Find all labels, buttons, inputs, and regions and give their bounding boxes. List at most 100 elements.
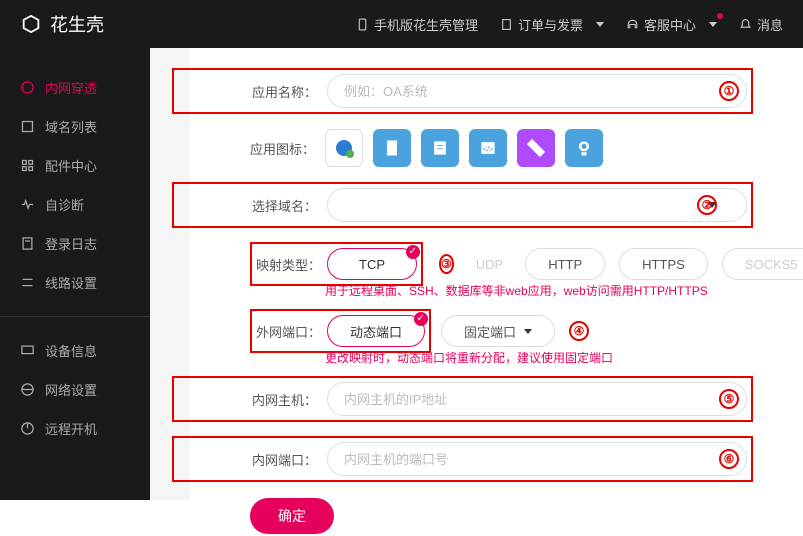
- annotation-badge-3: ③: [439, 254, 454, 274]
- port-label: 内网端口：: [252, 450, 327, 469]
- sidebar-item-label: 远程开机: [45, 419, 97, 438]
- form-card: 应用名称： ① 应用图标： </> 选择域名： ②: [190, 48, 803, 500]
- row-ext-port: 外网端口： 动态端口 固定端口 ④: [250, 309, 753, 353]
- pill-label: 固定端口: [464, 322, 516, 341]
- map-type-hint: 用于远程桌面、SSH、数据库等非web应用，web访问需用HTTP/HTTPS: [325, 282, 753, 299]
- annotation-badge-5: ⑤: [719, 389, 739, 409]
- nav-orders-label: 订单与发票: [518, 15, 583, 34]
- sidebar-item-domains[interactable]: 域名列表: [0, 107, 150, 146]
- power-icon: [20, 421, 35, 436]
- annotation-badge-6: ⑥: [719, 449, 739, 469]
- sidebar-item-wol[interactable]: 远程开机: [0, 409, 150, 448]
- app-name-input[interactable]: [327, 74, 747, 108]
- app-icon-cloud[interactable]: [517, 129, 555, 167]
- row-map-type: 映射类型： TCP ③ UDP HTTP HTTPS SOCKS5: [250, 242, 753, 286]
- header: 花生壳 手机版花生壳管理 订单与发票 客服中心 消息: [0, 0, 803, 48]
- sidebar-item-label: 域名列表: [45, 117, 97, 136]
- nav-support-label: 客服中心: [644, 15, 696, 34]
- pill-socks5[interactable]: SOCKS5: [722, 248, 803, 280]
- logo-icon: [20, 13, 42, 35]
- app-icon-camera[interactable]: [565, 129, 603, 167]
- sidebar: 内网穿透 域名列表 配件中心 自诊断 登录日志 线路设置 设备信息 网络设置 远…: [0, 48, 150, 500]
- port-input[interactable]: [327, 442, 747, 476]
- pill-label: SOCKS5: [745, 257, 798, 272]
- pill-fixed-port[interactable]: 固定端口: [441, 315, 555, 347]
- sidebar-item-device[interactable]: 设备信息: [0, 331, 150, 370]
- ext-port-hint: 更改映射时，动态端口将重新分配，建议使用固定端口: [325, 349, 753, 366]
- domain-select[interactable]: [327, 188, 747, 222]
- tunnel-icon: [20, 80, 35, 95]
- sidebar-item-parts[interactable]: 配件中心: [0, 146, 150, 185]
- nav-mobile-label: 手机版花生壳管理: [374, 15, 478, 34]
- sidebar-item-label: 自诊断: [45, 195, 84, 214]
- log-icon: [20, 236, 35, 251]
- pill-udp[interactable]: UDP: [454, 248, 525, 280]
- row-submit: 确定: [250, 496, 753, 536]
- sidebar-item-label: 线路设置: [45, 273, 97, 292]
- pill-label: HTTPS: [642, 257, 685, 272]
- row-port: 内网端口： ⑥: [172, 436, 753, 482]
- app-name-label: 应用名称：: [252, 82, 327, 101]
- nav-mobile[interactable]: 手机版花生壳管理: [356, 15, 478, 34]
- notification-dot: [717, 13, 723, 19]
- bell-icon: [739, 18, 752, 31]
- row-host: 内网主机： ⑤: [172, 376, 753, 422]
- logo-text: 花生壳: [50, 11, 104, 37]
- sidebar-item-tunnel[interactable]: 内网穿透: [0, 68, 150, 107]
- map-type-label: 映射类型：: [252, 255, 327, 274]
- headset-icon: [626, 18, 639, 31]
- pill-label: 动态端口: [350, 322, 402, 341]
- app-icon-text[interactable]: [421, 129, 459, 167]
- divider: [0, 316, 150, 317]
- sidebar-item-label: 登录日志: [45, 234, 97, 253]
- chevron-down-icon: [596, 22, 604, 27]
- host-input[interactable]: [327, 382, 747, 416]
- sidebar-item-label: 内网穿透: [45, 78, 97, 97]
- annotation-badge-4: ④: [569, 321, 589, 341]
- app-icon-label: 应用图标：: [250, 139, 325, 158]
- row-domain: 选择域名： ②: [172, 182, 753, 228]
- nav-support[interactable]: 客服中心: [626, 15, 717, 34]
- header-nav: 手机版花生壳管理 订单与发票 客服中心 消息: [356, 15, 783, 34]
- app-icon-code[interactable]: </>: [469, 129, 507, 167]
- list-icon: [20, 119, 35, 134]
- svg-text:</>: </>: [483, 144, 494, 153]
- row-app-icon: 应用图标： </>: [250, 128, 753, 168]
- app-icon-ie[interactable]: [325, 129, 363, 167]
- pill-https[interactable]: HTTPS: [619, 248, 708, 280]
- sidebar-item-label: 设备信息: [45, 341, 97, 360]
- pill-http[interactable]: HTTP: [525, 248, 605, 280]
- ext-port-label: 外网端口：: [252, 322, 327, 341]
- monitor-icon: [20, 343, 35, 358]
- pill-label: TCP: [359, 257, 385, 272]
- host-label: 内网主机：: [252, 390, 327, 409]
- sidebar-item-diag[interactable]: 自诊断: [0, 185, 150, 224]
- pill-label: HTTP: [548, 257, 582, 272]
- annotation-badge-2: ②: [697, 195, 717, 215]
- sidebar-item-logs[interactable]: 登录日志: [0, 224, 150, 263]
- sidebar-item-label: 网络设置: [45, 380, 97, 399]
- pulse-icon: [20, 197, 35, 212]
- phone-icon: [356, 18, 369, 31]
- submit-button[interactable]: 确定: [250, 498, 334, 534]
- globe-icon: [20, 382, 35, 397]
- domain-label: 选择域名：: [252, 196, 327, 215]
- chevron-down-icon: [709, 22, 717, 27]
- row-app-name: 应用名称： ①: [172, 68, 753, 114]
- nav-orders[interactable]: 订单与发票: [500, 15, 604, 34]
- pill-tcp[interactable]: TCP: [327, 248, 417, 280]
- main-content: 应用名称： ① 应用图标： </> 选择域名： ②: [150, 48, 803, 500]
- nav-messages[interactable]: 消息: [739, 15, 783, 34]
- app-icon-doc[interactable]: [373, 129, 411, 167]
- logo: 花生壳: [20, 11, 104, 37]
- pill-label: UDP: [476, 257, 503, 272]
- pill-dynamic-port[interactable]: 动态端口: [327, 315, 425, 347]
- chevron-down-icon: [524, 329, 532, 334]
- doc-icon: [500, 18, 513, 31]
- grid-icon: [20, 158, 35, 173]
- sidebar-item-routes[interactable]: 线路设置: [0, 263, 150, 302]
- sidebar-item-label: 配件中心: [45, 156, 97, 175]
- nav-messages-label: 消息: [757, 15, 783, 34]
- sidebar-item-network[interactable]: 网络设置: [0, 370, 150, 409]
- route-icon: [20, 275, 35, 290]
